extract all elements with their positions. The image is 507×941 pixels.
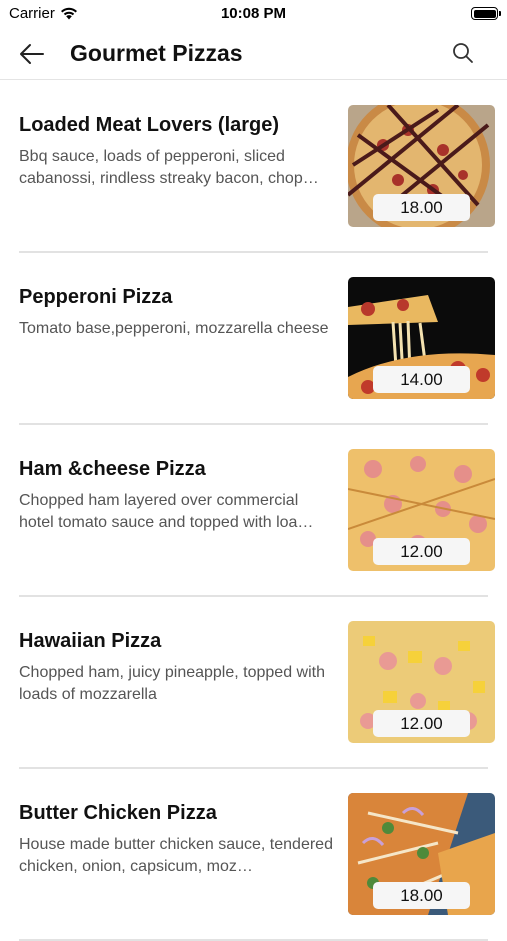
status-bar: Carrier 10:08 PM bbox=[0, 0, 507, 28]
menu-item[interactable]: Ham &cheese Pizza Chopped ham layered ov… bbox=[19, 425, 495, 597]
menu-item[interactable]: Loaded Meat Lovers (large) Bbq sauce, lo… bbox=[19, 81, 495, 253]
item-description: House made butter chicken sauce, tendere… bbox=[19, 836, 333, 875]
butter-chicken-pizza-photo[interactable]: 18.00 bbox=[348, 793, 495, 915]
price-badge: 18.00 bbox=[373, 194, 470, 221]
price-badge: 12.00 bbox=[373, 538, 470, 565]
price-badge: 18.00 bbox=[373, 882, 470, 909]
item-name: Loaded Meat Lovers (large) bbox=[19, 114, 280, 136]
item-name: Hawaiian Pizza bbox=[19, 630, 162, 652]
item-name: Ham &cheese Pizza bbox=[19, 458, 206, 480]
page-title: Gourmet Pizzas bbox=[70, 40, 243, 66]
price-badge: 14.00 bbox=[373, 366, 470, 393]
item-description: Chopped ham layered over commercial hote… bbox=[19, 492, 314, 531]
meat-lovers-pizza-photo[interactable]: 18.00 bbox=[348, 105, 495, 227]
menu-item[interactable]: Butter Chicken Pizza House made butter c… bbox=[19, 769, 495, 941]
navigation-bar: Gourmet Pizzas bbox=[0, 28, 507, 80]
arrow-left-icon[interactable] bbox=[18, 41, 46, 67]
battery-icon bbox=[471, 7, 501, 20]
status-time: 10:08 PM bbox=[220, 5, 287, 22]
search-icon[interactable] bbox=[451, 41, 475, 65]
menu-item[interactable]: Hawaiian Pizza Chopped ham, juicy pineap… bbox=[19, 597, 495, 769]
item-description: Chopped ham, juicy pineapple, topped wit… bbox=[19, 664, 325, 703]
menu-item[interactable]: Pepperoni Pizza Tomato base,pepperoni, m… bbox=[19, 253, 495, 425]
menu-list: Loaded Meat Lovers (large) Bbq sauce, lo… bbox=[0, 81, 507, 941]
item-description: Tomato base,pepperoni, mozzarella cheese bbox=[19, 320, 329, 337]
price-badge: 12.00 bbox=[373, 710, 470, 737]
hawaiian-pizza-photo[interactable]: 12.00 bbox=[348, 621, 495, 743]
item-description: Bbq sauce, loads of pepperoni, sliced ca… bbox=[19, 148, 319, 187]
item-name: Butter Chicken Pizza bbox=[19, 802, 217, 824]
ham-cheese-pizza-photo[interactable]: 12.00 bbox=[348, 449, 495, 571]
item-name: Pepperoni Pizza bbox=[19, 286, 173, 308]
pepperoni-pizza-photo[interactable]: 14.00 bbox=[348, 277, 495, 399]
